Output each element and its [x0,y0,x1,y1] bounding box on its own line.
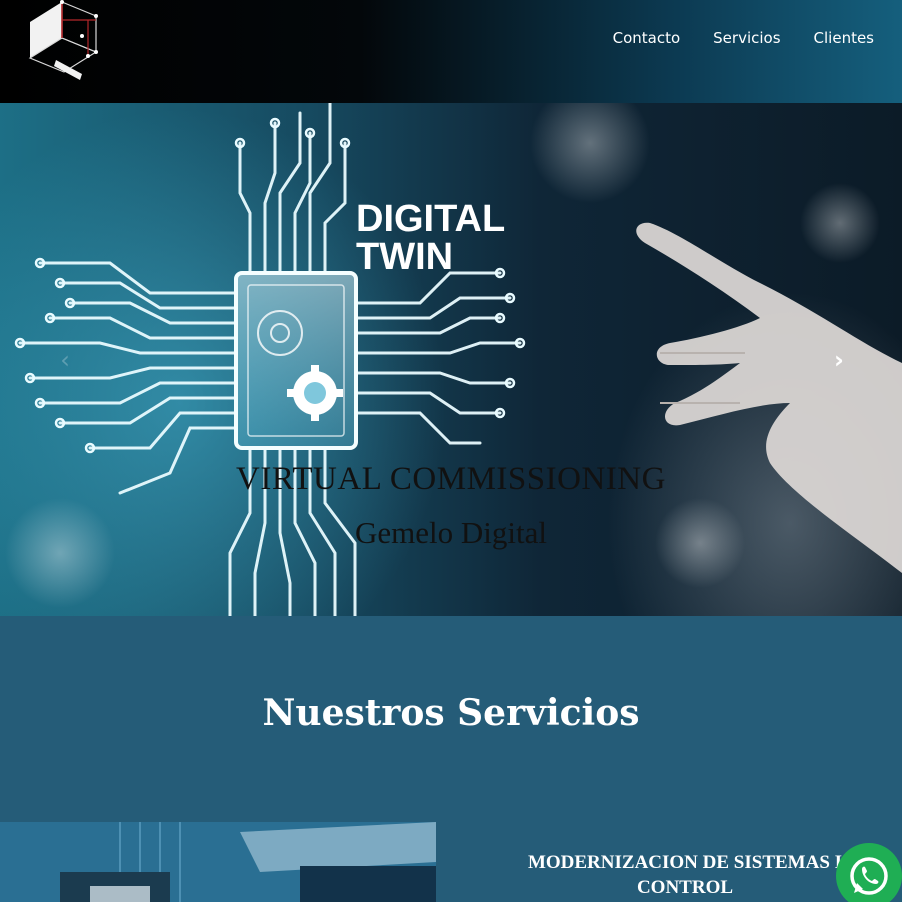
hero-subtitle: Gemelo Digital [355,515,547,550]
hero-carousel: DIGITAL TWIN ‹ › VIRTUAL COMMISSIONING G… [0,103,902,616]
hero-title: VIRTUAL COMMISSIONING [236,461,666,497]
services-heading: Nuestros Servicios [262,692,640,734]
main-nav: Contacto Servicios Clientes [613,28,874,48]
whatsapp-button[interactable] [836,843,902,902]
carousel-next-icon[interactable]: › [826,347,852,373]
service-image [0,822,436,902]
cube-logo-icon[interactable] [26,0,106,82]
nav-clientes-link[interactable]: Clientes [814,28,874,48]
digital-twin-label-2: TWIN [356,236,453,278]
site-header: Contacto Servicios Clientes [0,0,902,103]
carousel-prev-icon[interactable]: ‹ [52,347,78,373]
digital-twin-label: DIGITAL [356,198,505,240]
nav-servicios-link[interactable]: Servicios [713,28,780,48]
nav-contacto-link[interactable]: Contacto [613,28,681,48]
whatsapp-icon [850,857,888,895]
